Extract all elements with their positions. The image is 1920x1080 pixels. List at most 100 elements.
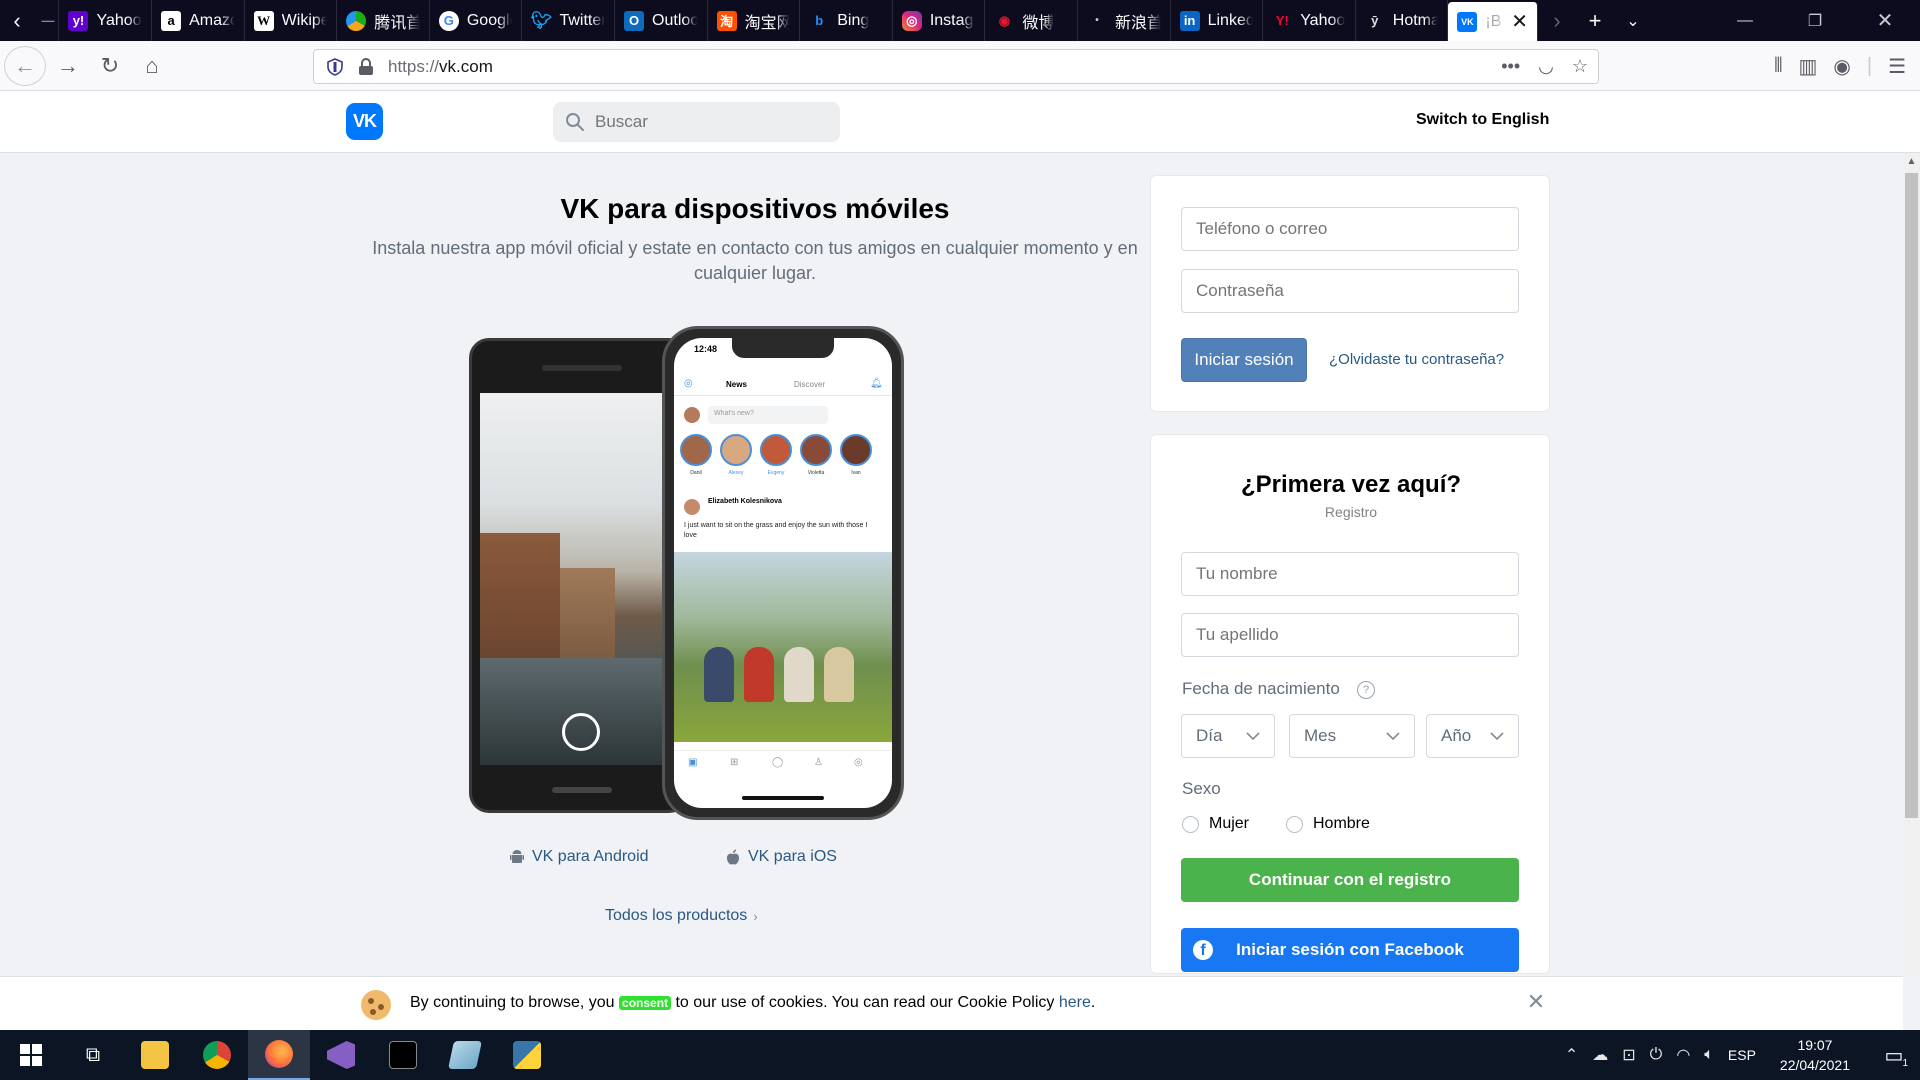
phone-email-input[interactable] [1181, 207, 1519, 251]
close-window-icon[interactable]: ✕ [1850, 0, 1920, 41]
search-box[interactable] [553, 102, 840, 142]
forward-arrow-icon[interactable]: → [48, 46, 88, 86]
restore-icon[interactable]: ❐ [1780, 0, 1850, 41]
power-icon[interactable]: ⏻ [1650, 1046, 1663, 1064]
new-tab-icon[interactable]: + [1576, 0, 1614, 41]
month-select[interactable]: Mes [1289, 714, 1415, 758]
security-icon[interactable]: ⊡ [1622, 1045, 1635, 1065]
radio-circle[interactable] [1286, 815, 1303, 833]
story-name: Danil [690, 470, 702, 476]
start-button[interactable] [0, 1030, 62, 1080]
tab-blank[interactable]: — [34, 0, 60, 41]
bookmark-star-icon[interactable]: ☆ [1572, 56, 1588, 77]
first-name-input[interactable] [1181, 552, 1519, 596]
radio-female[interactable]: Mujer [1182, 815, 1249, 833]
tab-amazon[interactable]: a Amazon [152, 0, 245, 41]
tab-wikipedia[interactable]: W Wikipedia [245, 0, 338, 41]
reload-icon[interactable]: ↻ [90, 46, 130, 86]
tab-yahoo[interactable]: y! Yahoo [59, 0, 153, 41]
continue-registration-button[interactable]: Continuar con el registro [1181, 858, 1519, 902]
iphone-whats-new: What's new? [708, 406, 828, 424]
tab-taobao[interactable]: 淘 淘宝网 [708, 0, 801, 41]
day-select[interactable]: Día [1181, 714, 1275, 758]
home-icon[interactable]: ⌂ [132, 46, 172, 86]
login-button[interactable]: Iniciar sesión [1181, 338, 1307, 382]
cookie-message: By continuing to browse, you consent to … [410, 994, 1095, 1012]
password-input[interactable] [1181, 269, 1519, 313]
action-center-button[interactable]: ▭ 1 [1878, 1039, 1910, 1071]
url-bar[interactable]: https://vk.com ••• ◡ ☆ [313, 49, 1599, 84]
vk-logo[interactable]: VK [346, 103, 383, 140]
vk-icon: VK [1457, 11, 1478, 32]
tab-linkedin[interactable]: in LinkedIn [1171, 0, 1264, 41]
library-icon[interactable]: ⫴ [1774, 55, 1782, 78]
search-input[interactable] [595, 112, 815, 132]
ios-app-link[interactable]: VK para iOS [726, 848, 837, 866]
linkedin-icon: in [1179, 10, 1200, 31]
show-hidden-icons-icon[interactable]: ⌃ [1565, 1045, 1578, 1065]
all-products-link[interactable]: Todos los productos › [605, 907, 758, 925]
tab-label: 微博 [1022, 14, 1055, 32]
switch-language-link[interactable]: Switch to English [1416, 111, 1549, 129]
lock-icon[interactable] [358, 57, 374, 76]
clock[interactable]: 19:07 22/04/2021 [1780, 1035, 1850, 1075]
menu-hamburger-icon[interactable]: ☰ [1888, 54, 1906, 79]
tab-label: 腾讯首页 [374, 14, 420, 32]
tab-scroll-left-icon[interactable]: ‹ [0, 0, 34, 41]
onedrive-cloud-icon[interactable]: ☁ [1592, 1045, 1608, 1065]
url-text[interactable]: https://vk.com [388, 57, 493, 77]
radio-male[interactable]: Hombre [1286, 815, 1370, 833]
help-icon[interactable]: ? [1357, 681, 1375, 699]
back-arrow-icon[interactable]: ← [4, 45, 46, 86]
bell-icon: 🔔︎ [870, 378, 883, 389]
task-view-button[interactable]: ⧉ [62, 1030, 124, 1080]
scroll-up-arrow-icon[interactable]: ▲ [1903, 153, 1920, 170]
tab-weibo[interactable]: ◉ 微博 [985, 0, 1078, 41]
chevron-right-icon: › [753, 908, 758, 924]
taskbar-firefox[interactable] [248, 1030, 310, 1080]
tab-twitter[interactable]: 🐦︎ Twitter [522, 0, 616, 41]
tab-bing[interactable]: b Bing [800, 0, 893, 41]
radio-circle[interactable] [1182, 815, 1199, 833]
scrollbar-thumb[interactable] [1905, 173, 1918, 818]
tab-scroll-right-icon[interactable]: › [1538, 0, 1576, 41]
tab-tencent[interactable]: 腾讯首页 [337, 0, 430, 41]
tab-vk-active[interactable]: VK ¡Bi ✕ [1448, 2, 1538, 41]
facebook-login-button[interactable]: f Iniciar sesión con Facebook [1181, 928, 1519, 972]
taskbar-app[interactable] [434, 1030, 496, 1080]
list-all-tabs-icon[interactable]: ⌄ [1614, 0, 1652, 41]
avatar [684, 499, 700, 515]
tab-hotmail[interactable]: ȳ Hotmail [1356, 0, 1449, 41]
minimize-icon[interactable]: — [1710, 0, 1780, 41]
tab-yahoo-japan[interactable]: Y! Yahoo [1263, 0, 1356, 41]
story-avatar [680, 434, 712, 466]
tab-google[interactable]: G Google [430, 0, 523, 41]
cookie-policy-link[interactable]: here [1059, 994, 1091, 1011]
year-select[interactable]: Año [1426, 714, 1519, 758]
tab-sina[interactable]: • 新浪首页 [1078, 0, 1171, 41]
last-name-input[interactable] [1181, 613, 1519, 657]
page-scrollbar[interactable]: ▲ [1903, 153, 1920, 976]
close-tab-icon[interactable]: ✕ [1511, 9, 1528, 34]
taskbar-file-explorer[interactable] [124, 1030, 186, 1080]
tab-instagram[interactable]: ◎ Instagram [893, 0, 986, 41]
url-host: vk.com [439, 56, 493, 76]
android-app-link[interactable]: VK para Android [510, 848, 649, 866]
tab-outlook[interactable]: O Outlook [615, 0, 708, 41]
forgot-password-link[interactable]: ¿Olvidaste tu contraseña? [1329, 351, 1504, 368]
taskbar-visual-studio[interactable] [310, 1030, 372, 1080]
tab-label: Yahoo [96, 11, 142, 29]
sidebar-icon[interactable]: ▥ [1799, 54, 1818, 79]
wifi-icon[interactable]: ◠ [1676, 1045, 1690, 1065]
volume-icon[interactable]: 🔈︎ [1704, 1046, 1714, 1064]
photo-building [560, 568, 615, 663]
page-actions-icon[interactable]: ••• [1501, 56, 1520, 77]
taskbar-chrome[interactable] [186, 1030, 248, 1080]
input-language[interactable]: ESP [1728, 1047, 1756, 1063]
taskbar-python[interactable] [496, 1030, 558, 1080]
account-icon[interactable]: ◉ [1833, 54, 1850, 79]
pocket-icon[interactable]: ◡ [1538, 56, 1554, 77]
tracking-shield-icon[interactable] [326, 57, 344, 76]
close-cookie-banner-icon[interactable]: ✕ [1524, 989, 1548, 1014]
taskbar-terminal[interactable] [372, 1030, 434, 1080]
